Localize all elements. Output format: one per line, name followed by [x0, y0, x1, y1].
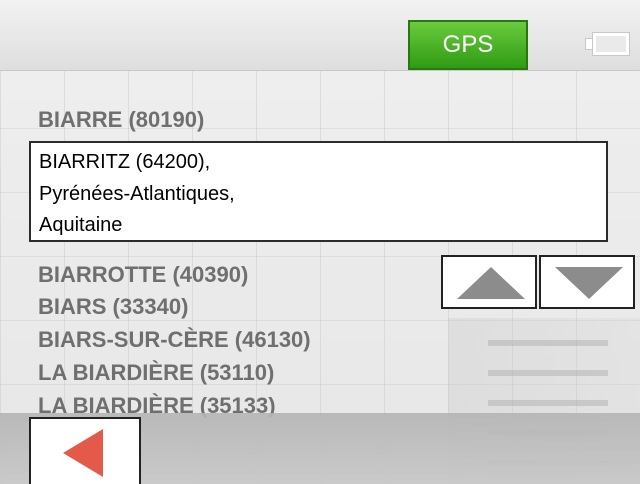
ghost-line	[488, 400, 608, 406]
list-item[interactable]: BIARS-SUR-CÈRE (46130)	[38, 329, 311, 351]
battery-icon	[585, 33, 631, 57]
battery-body	[593, 33, 629, 55]
scroll-down-button[interactable]	[539, 255, 635, 309]
arrow-up-icon	[457, 267, 525, 299]
list-item[interactable]: BIARROTTE (40390)	[38, 264, 248, 286]
selected-line-1: BIARRITZ (64200),	[39, 151, 211, 173]
top-bar: GPS	[0, 0, 640, 71]
ghost-line	[488, 340, 608, 346]
selected-line-3: Aquitaine	[39, 214, 123, 236]
selected-line-2: Pyrénées-Atlantiques,	[39, 183, 235, 205]
ghost-line	[488, 370, 608, 376]
gps-button[interactable]: GPS	[408, 20, 528, 70]
back-button[interactable]	[29, 417, 141, 484]
arrow-left-icon	[63, 429, 103, 477]
list-item[interactable]: LA BIARDIÈRE (53110)	[38, 362, 274, 384]
battery-tip	[586, 39, 592, 49]
selected-list-item[interactable]: BIARRITZ (64200), Pyrénées-Atlantiques, …	[29, 141, 608, 242]
arrow-down-icon	[555, 267, 623, 299]
scroll-up-button[interactable]	[441, 255, 537, 309]
list-item[interactable]: BIARS (33340)	[38, 296, 188, 318]
list-item[interactable]: BIARRE (80190)	[38, 109, 204, 131]
